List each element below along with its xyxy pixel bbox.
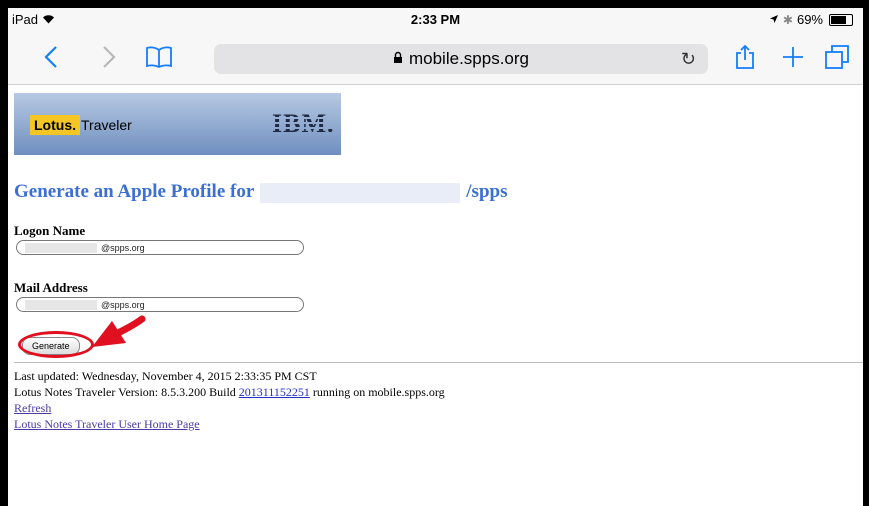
battery-icon [829, 13, 853, 26]
ibm-logo: IBM. [272, 109, 335, 138]
chevron-left-icon [44, 46, 57, 68]
book-icon [146, 46, 172, 68]
web-page: Lotus. Traveler IBM. Generate an Apple P… [8, 85, 863, 506]
logon-name-value: @spps.org [101, 243, 145, 253]
url-text: mobile.spps.org [408, 49, 529, 68]
version-info: Lotus Notes Traveler Version: 8.5.3.200 … [14, 385, 445, 400]
status-time: 2:33 PM [410, 12, 461, 27]
redacted-mail-user [25, 300, 97, 310]
reload-button[interactable]: ↻ [681, 49, 696, 70]
bluetooth-icon: ✱ [782, 12, 793, 27]
share-icon [736, 44, 754, 69]
share-button[interactable] [730, 42, 760, 72]
status-right: ✱ 69% [769, 12, 853, 27]
tabs-icon [825, 45, 849, 69]
new-tab-button[interactable] [778, 42, 808, 72]
reload-icon: ↻ [680, 49, 696, 69]
traveler-label: Traveler [81, 117, 132, 133]
mail-address-label: Mail Address [14, 280, 88, 295]
divider [14, 362, 863, 363]
bookmarks-button[interactable] [144, 42, 174, 72]
status-bar: iPad 2:33 PM ✱ 69% [8, 8, 863, 32]
tabs-button[interactable] [822, 42, 852, 72]
address-bar[interactable]: mobile.spps.org ↻ [214, 44, 708, 74]
page-title: Generate an Apple Profile for/spps [14, 181, 507, 203]
version-prefix: Lotus Notes Traveler Version: 8.5.3.200 … [14, 385, 236, 399]
mail-address-value: @spps.org [101, 300, 145, 310]
logon-name-field[interactable]: @spps.org [16, 240, 304, 255]
browser-toolbar: mobile.spps.org ↻ [8, 32, 863, 85]
refresh-link[interactable]: Refresh [14, 401, 51, 415]
lock-icon [393, 49, 403, 69]
plus-icon [783, 47, 803, 67]
version-suffix: running on mobile.spps.org [312, 385, 445, 399]
title-suffix: /spps [466, 181, 508, 202]
home-page-link[interactable]: Lotus Notes Traveler User Home Page [14, 417, 200, 431]
screen: iPad 2:33 PM ✱ 69% mobile.spps.org ↻ Lot… [8, 8, 863, 506]
build-link[interactable]: 201311152251 [239, 385, 310, 399]
lotus-traveler-banner: Lotus. Traveler IBM. [14, 93, 341, 155]
annotation-ellipse [18, 331, 94, 358]
chevron-right-icon [103, 46, 116, 68]
back-button[interactable] [36, 42, 66, 72]
annotation-arrow-icon [92, 315, 146, 347]
title-prefix: Generate an Apple Profile for [14, 181, 255, 202]
battery-percent: 69% [796, 12, 823, 27]
lotus-logo: Lotus. [30, 115, 80, 135]
last-updated: Last updated: Wednesday, November 4, 201… [14, 369, 317, 383]
redacted-username [25, 243, 97, 253]
location-icon [769, 12, 779, 27]
logon-name-label: Logon Name [14, 223, 86, 238]
redacted-server-name [260, 182, 461, 203]
forward-button[interactable] [94, 42, 124, 72]
mail-address-field[interactable]: @spps.org [16, 297, 304, 312]
